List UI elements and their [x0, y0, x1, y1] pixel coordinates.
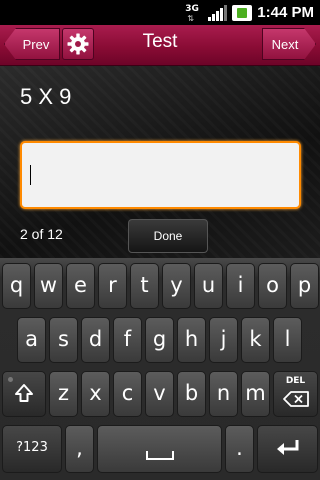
key-k[interactable]: k [241, 317, 270, 363]
clock: 1:44 PM [257, 4, 314, 21]
key-v[interactable]: v [145, 371, 174, 417]
key-p[interactable]: p [290, 263, 319, 309]
key-f[interactable]: f [113, 317, 142, 363]
backspace-icon [282, 390, 309, 407]
space-key[interactable] [97, 425, 222, 473]
key-j[interactable]: j [209, 317, 238, 363]
next-button[interactable]: Next [262, 28, 316, 60]
key-y[interactable]: y [162, 263, 191, 309]
key-s[interactable]: s [49, 317, 78, 363]
signal-icon [208, 4, 228, 21]
key-h[interactable]: h [177, 317, 206, 363]
status-bar: 3G ⇅ 1:44 PM [0, 0, 320, 25]
soft-keyboard: q w e r t y u i o p a s d f g h j k l z … [0, 258, 320, 480]
answer-input[interactable] [20, 141, 301, 209]
space-icon [145, 450, 174, 460]
text-cursor [30, 165, 31, 185]
key-c[interactable]: c [113, 371, 142, 417]
delete-key[interactable]: DEL [273, 371, 318, 417]
key-w[interactable]: w [34, 263, 63, 309]
key-r[interactable]: r [98, 263, 127, 309]
network-3g-icon: 3G ⇅ [185, 3, 199, 23]
network-type: 3G [185, 3, 199, 14]
shift-key[interactable] [2, 371, 46, 417]
done-button[interactable]: Done [128, 219, 208, 253]
key-comma[interactable]: , [65, 425, 94, 473]
key-e[interactable]: e [66, 263, 95, 309]
key-z[interactable]: z [49, 371, 78, 417]
quiz-panel: 5 X 9 2 of 12 Done [0, 66, 320, 258]
key-b[interactable]: b [177, 371, 206, 417]
key-a[interactable]: a [17, 317, 46, 363]
prev-button[interactable]: Prev [4, 28, 60, 60]
key-d[interactable]: d [81, 317, 110, 363]
key-t[interactable]: t [130, 263, 159, 309]
symbols-key[interactable]: ?123 [2, 425, 62, 473]
question-text: 5 X 9 [20, 84, 72, 109]
title-bar: Prev Test Next [0, 25, 320, 66]
battery-icon [232, 4, 253, 21]
enter-icon [276, 439, 298, 455]
caps-indicator-icon [8, 377, 13, 382]
key-period[interactable]: . [225, 425, 254, 473]
key-g[interactable]: g [145, 317, 174, 363]
key-x[interactable]: x [81, 371, 110, 417]
delete-label: DEL [285, 376, 306, 386]
enter-key[interactable] [257, 425, 318, 473]
gear-icon [67, 33, 89, 55]
key-q[interactable]: q [2, 263, 31, 309]
key-u[interactable]: u [194, 263, 223, 309]
progress-text: 2 of 12 [20, 226, 63, 242]
settings-button[interactable] [62, 28, 94, 60]
key-m[interactable]: m [241, 371, 270, 417]
key-n[interactable]: n [209, 371, 238, 417]
key-i[interactable]: i [226, 263, 255, 309]
key-l[interactable]: l [273, 317, 302, 363]
key-o[interactable]: o [258, 263, 287, 309]
shift-icon [15, 383, 33, 402]
